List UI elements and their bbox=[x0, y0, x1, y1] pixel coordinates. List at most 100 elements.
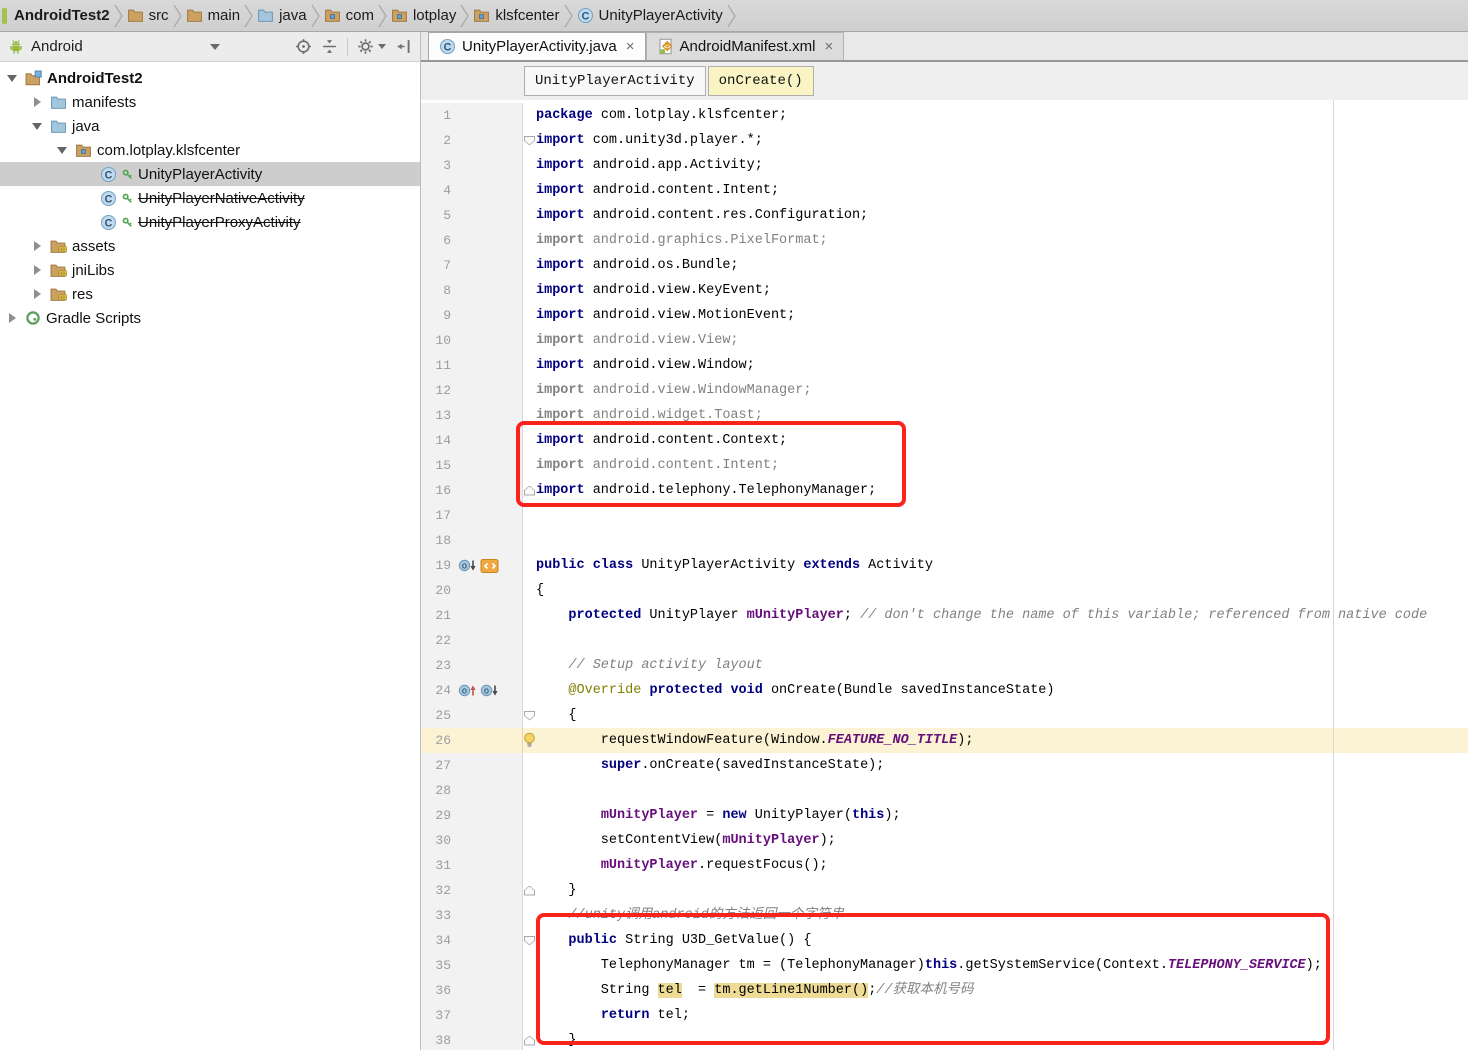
view-selector-dropdown[interactable]: Android bbox=[8, 32, 220, 61]
collapse-all-icon[interactable] bbox=[321, 38, 338, 55]
code-line-4[interactable]: 4 import android.content.Intent; bbox=[421, 178, 1468, 203]
code-line-26[interactable]: 26 requestWindowFeature(Window.FEATURE_N… bbox=[421, 728, 1468, 753]
code-line-34[interactable]: 34 public String U3D_GetValue() { bbox=[421, 928, 1468, 953]
breadcrumb-method-chip[interactable]: onCreate() bbox=[707, 66, 814, 96]
expand-arrow-icon[interactable] bbox=[29, 238, 45, 254]
code-line-30[interactable]: 30 setContentView(mUnityPlayer); bbox=[421, 828, 1468, 853]
line-number[interactable]: 32 bbox=[421, 883, 451, 898]
line-number[interactable]: 34 bbox=[421, 933, 451, 948]
intention-bulb-icon[interactable] bbox=[523, 732, 536, 749]
line-number[interactable]: 25 bbox=[421, 708, 451, 723]
fold-marker-icon[interactable] bbox=[524, 711, 535, 721]
overrides-up-icon[interactable]: o bbox=[458, 683, 477, 698]
hide-panel-icon[interactable] bbox=[395, 38, 412, 55]
code-line-21[interactable]: 21 protected UnityPlayer mUnityPlayer; /… bbox=[421, 603, 1468, 628]
tab-androidmanifest-xml[interactable]: <> AndroidManifest.xml × bbox=[645, 32, 845, 60]
code-line-33[interactable]: 33 //unity调用android的方法返回一个字符串 bbox=[421, 903, 1468, 928]
tree-item-manifests[interactable]: manifests bbox=[0, 90, 420, 114]
code-line-17[interactable]: 17 bbox=[421, 503, 1468, 528]
code-line-7[interactable]: 7 import android.os.Bundle; bbox=[421, 253, 1468, 278]
breadcrumb-class-chip[interactable]: UnityPlayerActivity bbox=[524, 66, 706, 96]
line-number[interactable]: 4 bbox=[421, 183, 451, 198]
line-number[interactable]: 18 bbox=[421, 533, 451, 548]
tree-item-com-lotplay-klsfcenter[interactable]: com.lotplay.klsfcenter bbox=[0, 138, 420, 162]
code-line-31[interactable]: 31 mUnityPlayer.requestFocus(); bbox=[421, 853, 1468, 878]
line-number[interactable]: 17 bbox=[421, 508, 451, 523]
code-line-22[interactable]: 22 bbox=[421, 628, 1468, 653]
breadcrumb-item-unityplayeractivity[interactable]: C UnityPlayerActivity bbox=[574, 0, 726, 31]
fold-marker-icon[interactable] bbox=[524, 486, 535, 496]
line-number[interactable]: 11 bbox=[421, 358, 451, 373]
code-line-1[interactable]: 1 package com.lotplay.klsfcenter; bbox=[421, 103, 1468, 128]
tree-item-unityplayeractivity[interactable]: C UnityPlayerActivity bbox=[0, 162, 420, 186]
code-line-32[interactable]: 32 } bbox=[421, 878, 1468, 903]
code-line-11[interactable]: 11 import android.view.Window; bbox=[421, 353, 1468, 378]
tree-item-java[interactable]: java bbox=[0, 114, 420, 138]
locate-file-icon[interactable] bbox=[295, 38, 312, 55]
code-line-35[interactable]: 35 TelephonyManager tm = (TelephonyManag… bbox=[421, 953, 1468, 978]
line-number[interactable]: 6 bbox=[421, 233, 451, 248]
tree-item-unityplayerproxyactivity[interactable]: C UnityPlayerProxyActivity bbox=[0, 210, 420, 234]
line-number[interactable]: 13 bbox=[421, 408, 451, 423]
breadcrumb-item-main[interactable]: main bbox=[183, 0, 244, 31]
code-line-12[interactable]: 12 import android.view.WindowManager; bbox=[421, 378, 1468, 403]
code-line-36[interactable]: 36 String tel = tm.getLine1Number();//获取… bbox=[421, 978, 1468, 1003]
code-line-19[interactable]: 19 o public class UnityPlayerActivity exte… bbox=[421, 553, 1468, 578]
breadcrumb-item-klsfcenter[interactable]: klsfcenter bbox=[470, 0, 562, 31]
code-line-13[interactable]: 13 import android.widget.Toast; bbox=[421, 403, 1468, 428]
line-number[interactable]: 19 bbox=[421, 558, 451, 573]
line-number[interactable]: 37 bbox=[421, 1008, 451, 1023]
code-line-5[interactable]: 5 import android.content.res.Configuratio… bbox=[421, 203, 1468, 228]
code-line-37[interactable]: 37 return tel; bbox=[421, 1003, 1468, 1028]
fold-marker-icon[interactable] bbox=[524, 136, 535, 146]
code-line-18[interactable]: 18 bbox=[421, 528, 1468, 553]
code-line-23[interactable]: 23 // Setup activity layout bbox=[421, 653, 1468, 678]
code-line-2[interactable]: 2 import com.unity3d.player.*; bbox=[421, 128, 1468, 153]
line-number[interactable]: 14 bbox=[421, 433, 451, 448]
code-line-25[interactable]: 25 { bbox=[421, 703, 1468, 728]
tree-item-androidtest2[interactable]: AndroidTest2 bbox=[0, 66, 420, 90]
line-number[interactable]: 12 bbox=[421, 383, 451, 398]
code-line-6[interactable]: 6 import android.graphics.PixelFormat; bbox=[421, 228, 1468, 253]
code-line-8[interactable]: 8 import android.view.KeyEvent; bbox=[421, 278, 1468, 303]
tree-item-gradle-scripts[interactable]: Gradle Scripts bbox=[0, 306, 420, 330]
line-number[interactable]: 16 bbox=[421, 483, 451, 498]
expand-arrow-icon[interactable] bbox=[29, 118, 45, 134]
breadcrumb-item-androidtest2[interactable]: AndroidTest2 bbox=[11, 0, 113, 31]
code-area[interactable]: 1 package com.lotplay.klsfcenter; 2 import … bbox=[421, 100, 1468, 1050]
breadcrumb-item-lotplay[interactable]: lotplay bbox=[388, 0, 459, 31]
code-line-14[interactable]: 14 import android.content.Context; bbox=[421, 428, 1468, 453]
expand-arrow-icon[interactable] bbox=[29, 262, 45, 278]
code-line-3[interactable]: 3 import android.app.Activity; bbox=[421, 153, 1468, 178]
line-number[interactable]: 38 bbox=[421, 1033, 451, 1048]
line-number[interactable]: 35 bbox=[421, 958, 451, 973]
close-tab-icon[interactable]: × bbox=[824, 39, 833, 54]
line-number[interactable]: 9 bbox=[421, 308, 451, 323]
code-line-15[interactable]: 15 import android.content.Intent; bbox=[421, 453, 1468, 478]
tree-item-assets[interactable]: assets bbox=[0, 234, 420, 258]
tree-item-res[interactable]: res bbox=[0, 282, 420, 306]
code-line-28[interactable]: 28 bbox=[421, 778, 1468, 803]
code-line-29[interactable]: 29 mUnityPlayer = new UnityPlayer(this); bbox=[421, 803, 1468, 828]
expand-arrow-icon[interactable] bbox=[29, 94, 45, 110]
code-line-38[interactable]: 38 } bbox=[421, 1028, 1468, 1050]
line-number[interactable]: 15 bbox=[421, 458, 451, 473]
code-line-20[interactable]: 20 { bbox=[421, 578, 1468, 603]
breadcrumb-item-com[interactable]: com bbox=[321, 0, 377, 31]
tree-item-jnilibs[interactable]: jniLibs bbox=[0, 258, 420, 282]
fold-marker-icon[interactable] bbox=[524, 936, 535, 946]
line-number[interactable]: 36 bbox=[421, 983, 451, 998]
line-number[interactable]: 33 bbox=[421, 908, 451, 923]
breadcrumb-item-src[interactable]: src bbox=[124, 0, 172, 31]
code-line-16[interactable]: 16 import android.telephony.TelephonyMana… bbox=[421, 478, 1468, 503]
line-number[interactable]: 30 bbox=[421, 833, 451, 848]
expand-arrow-icon[interactable] bbox=[4, 70, 20, 86]
tree-item-unityplayernativeactivity[interactable]: C UnityPlayerNativeActivity bbox=[0, 186, 420, 210]
line-number[interactable]: 31 bbox=[421, 858, 451, 873]
fold-marker-icon[interactable] bbox=[524, 1036, 535, 1046]
line-number[interactable]: 29 bbox=[421, 808, 451, 823]
gear-icon[interactable] bbox=[357, 38, 374, 55]
expand-arrow-icon[interactable] bbox=[54, 142, 70, 158]
close-tab-icon[interactable]: × bbox=[626, 39, 635, 54]
tab-unityplayeractivity-java[interactable]: C UnityPlayerActivity.java × bbox=[428, 32, 646, 60]
